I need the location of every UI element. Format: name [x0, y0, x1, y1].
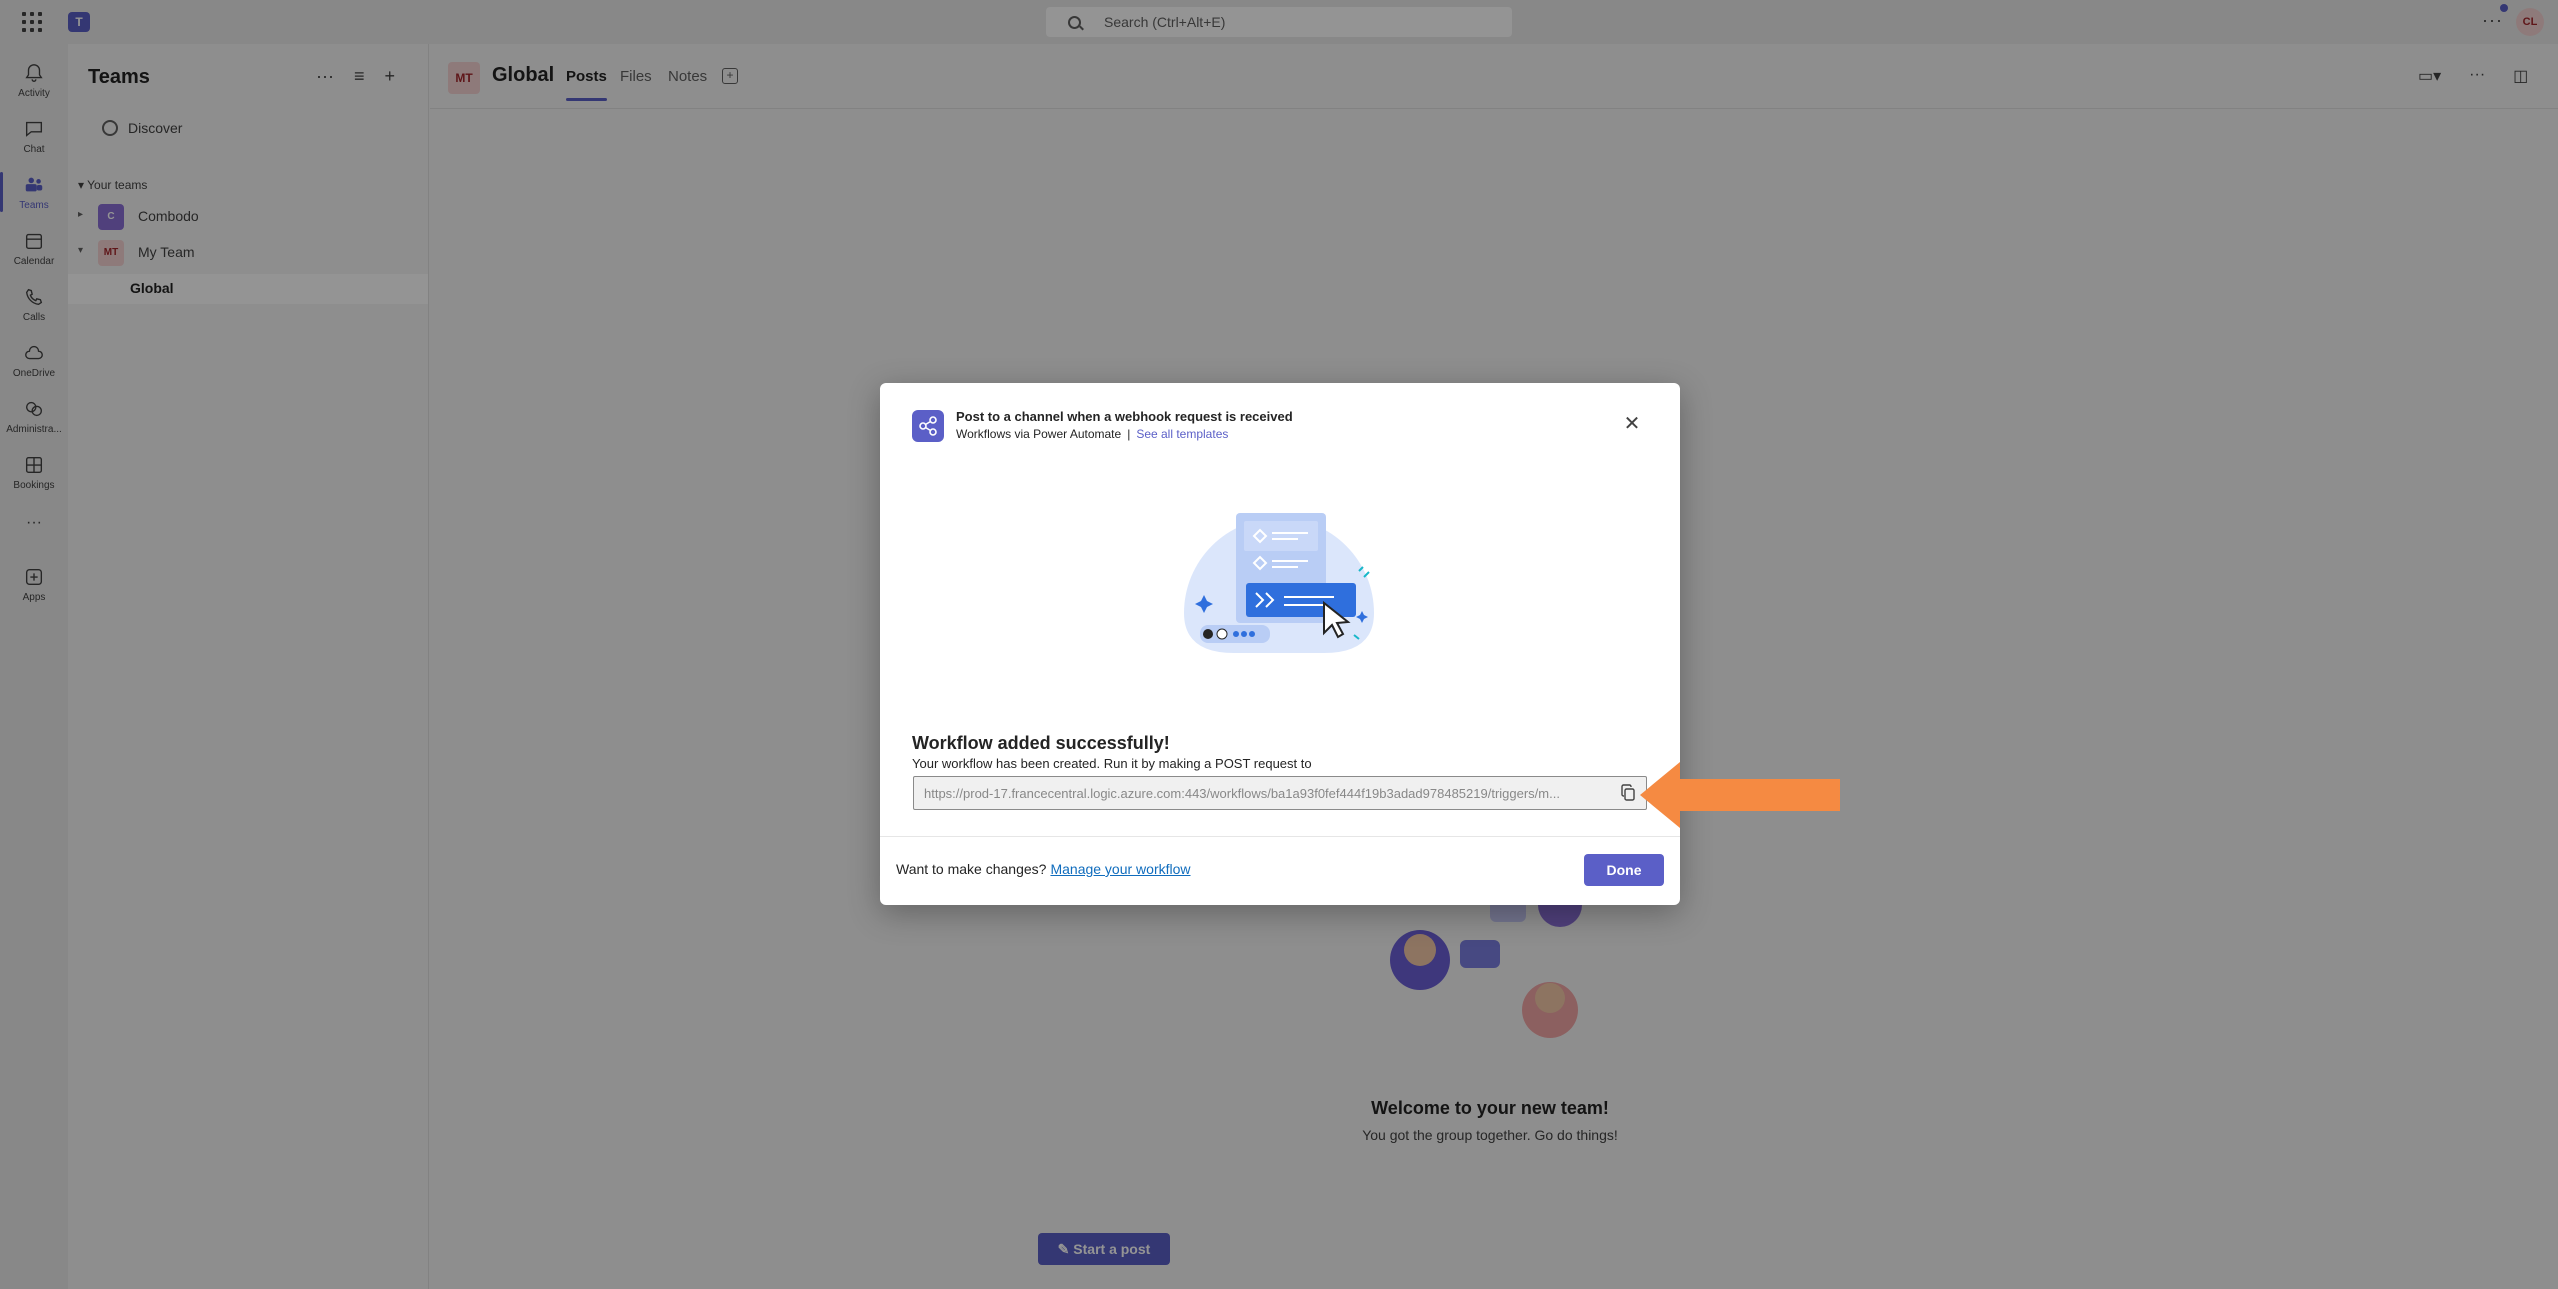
copy-icon[interactable]	[1620, 784, 1638, 802]
dialog-footer: Want to make changes? Manage your workflo…	[896, 861, 1191, 877]
webhook-url-input[interactable]	[922, 783, 1616, 803]
annotation-arrow-icon	[1640, 762, 1840, 828]
workflow-illustration	[1184, 513, 1374, 653]
separator: |	[1127, 427, 1131, 441]
dialog-divider	[880, 836, 1680, 837]
see-all-templates-link[interactable]: See all templates	[1136, 427, 1228, 441]
success-heading: Workflow added successfully!	[912, 733, 1170, 753]
dialog-subtitle: Workflows via Power Automate | See all tem…	[956, 427, 1228, 441]
footer-text: Want to make changes?	[896, 861, 1047, 877]
dialog-source: Workflows via Power Automate	[956, 427, 1122, 441]
webhook-url-field[interactable]	[913, 776, 1647, 810]
manage-workflow-link[interactable]: Manage your workflow	[1050, 861, 1190, 877]
success-body: Your workflow has been created. Run it b…	[912, 756, 1312, 771]
workflow-dialog: Post to a channel when a webhook request…	[880, 383, 1680, 905]
dialog-title: Post to a channel when a webhook request…	[956, 409, 1293, 424]
close-icon[interactable]: ✕	[1620, 413, 1644, 437]
workflow-icon	[912, 410, 944, 442]
done-button[interactable]: Done	[1584, 854, 1664, 886]
